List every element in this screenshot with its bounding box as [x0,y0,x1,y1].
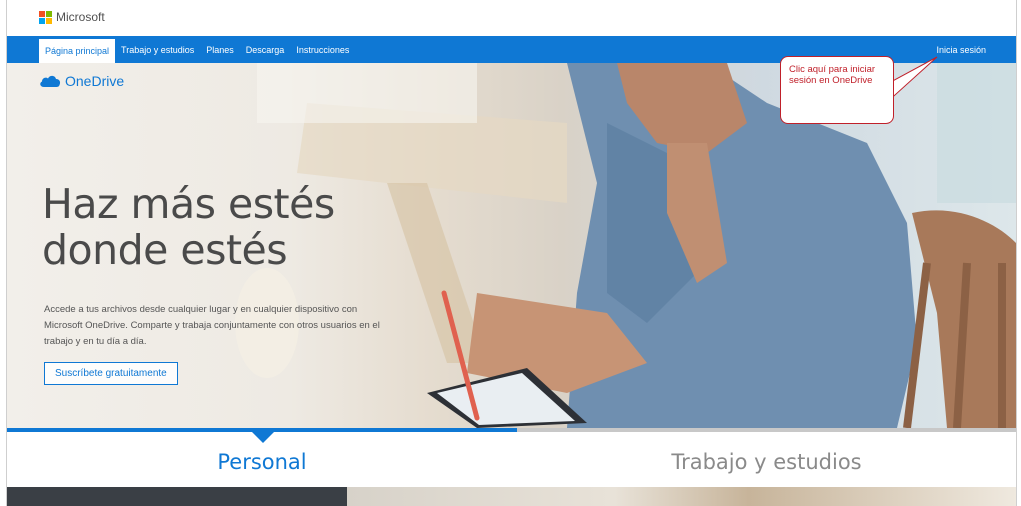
headline-line-1: Haz más estés [42,180,335,228]
signin-link[interactable]: Inicia sesión [936,36,986,63]
onedrive-brand[interactable]: OneDrive [39,73,124,89]
section-preview-photo [347,487,1016,506]
browser-page: Microsoft Página principal Trabajo y est… [6,0,1017,506]
tab-work-study[interactable]: Trabajo y estudios [517,450,1016,474]
nav-item-plans[interactable]: Planes [200,36,240,63]
tab-personal[interactable]: Personal [7,450,517,474]
nav-item-instructions[interactable]: Instrucciones [290,36,355,63]
microsoft-logo-icon [39,10,52,24]
callout-note: Clic aquí para iniciar sesión en OneDriv… [780,56,894,124]
signup-free-button[interactable]: Suscríbete gratuitamente [44,362,178,385]
microsoft-header: Microsoft [7,0,1016,36]
headline-line-2: donde estés [42,226,288,274]
nav-item-work-study[interactable]: Trabajo y estudios [115,36,200,63]
nav-item-home[interactable]: Página principal [39,39,116,63]
tab-indicator-bar [7,428,1016,432]
onedrive-logo-text: OneDrive [65,73,125,89]
tab-indicator-inactive [517,428,1016,432]
onedrive-cloud-icon [40,75,61,87]
nav-item-download[interactable]: Descarga [240,36,291,63]
section-preview-dark [7,487,347,506]
microsoft-wordmark: Microsoft [56,10,105,24]
tab-arrow-icon [252,432,274,443]
hero-description: Accede a tus archivos desde cualquier lu… [44,304,380,347]
hero-headline: Haz más estés donde estés [42,181,462,273]
microsoft-logo[interactable]: Microsoft [39,10,105,24]
